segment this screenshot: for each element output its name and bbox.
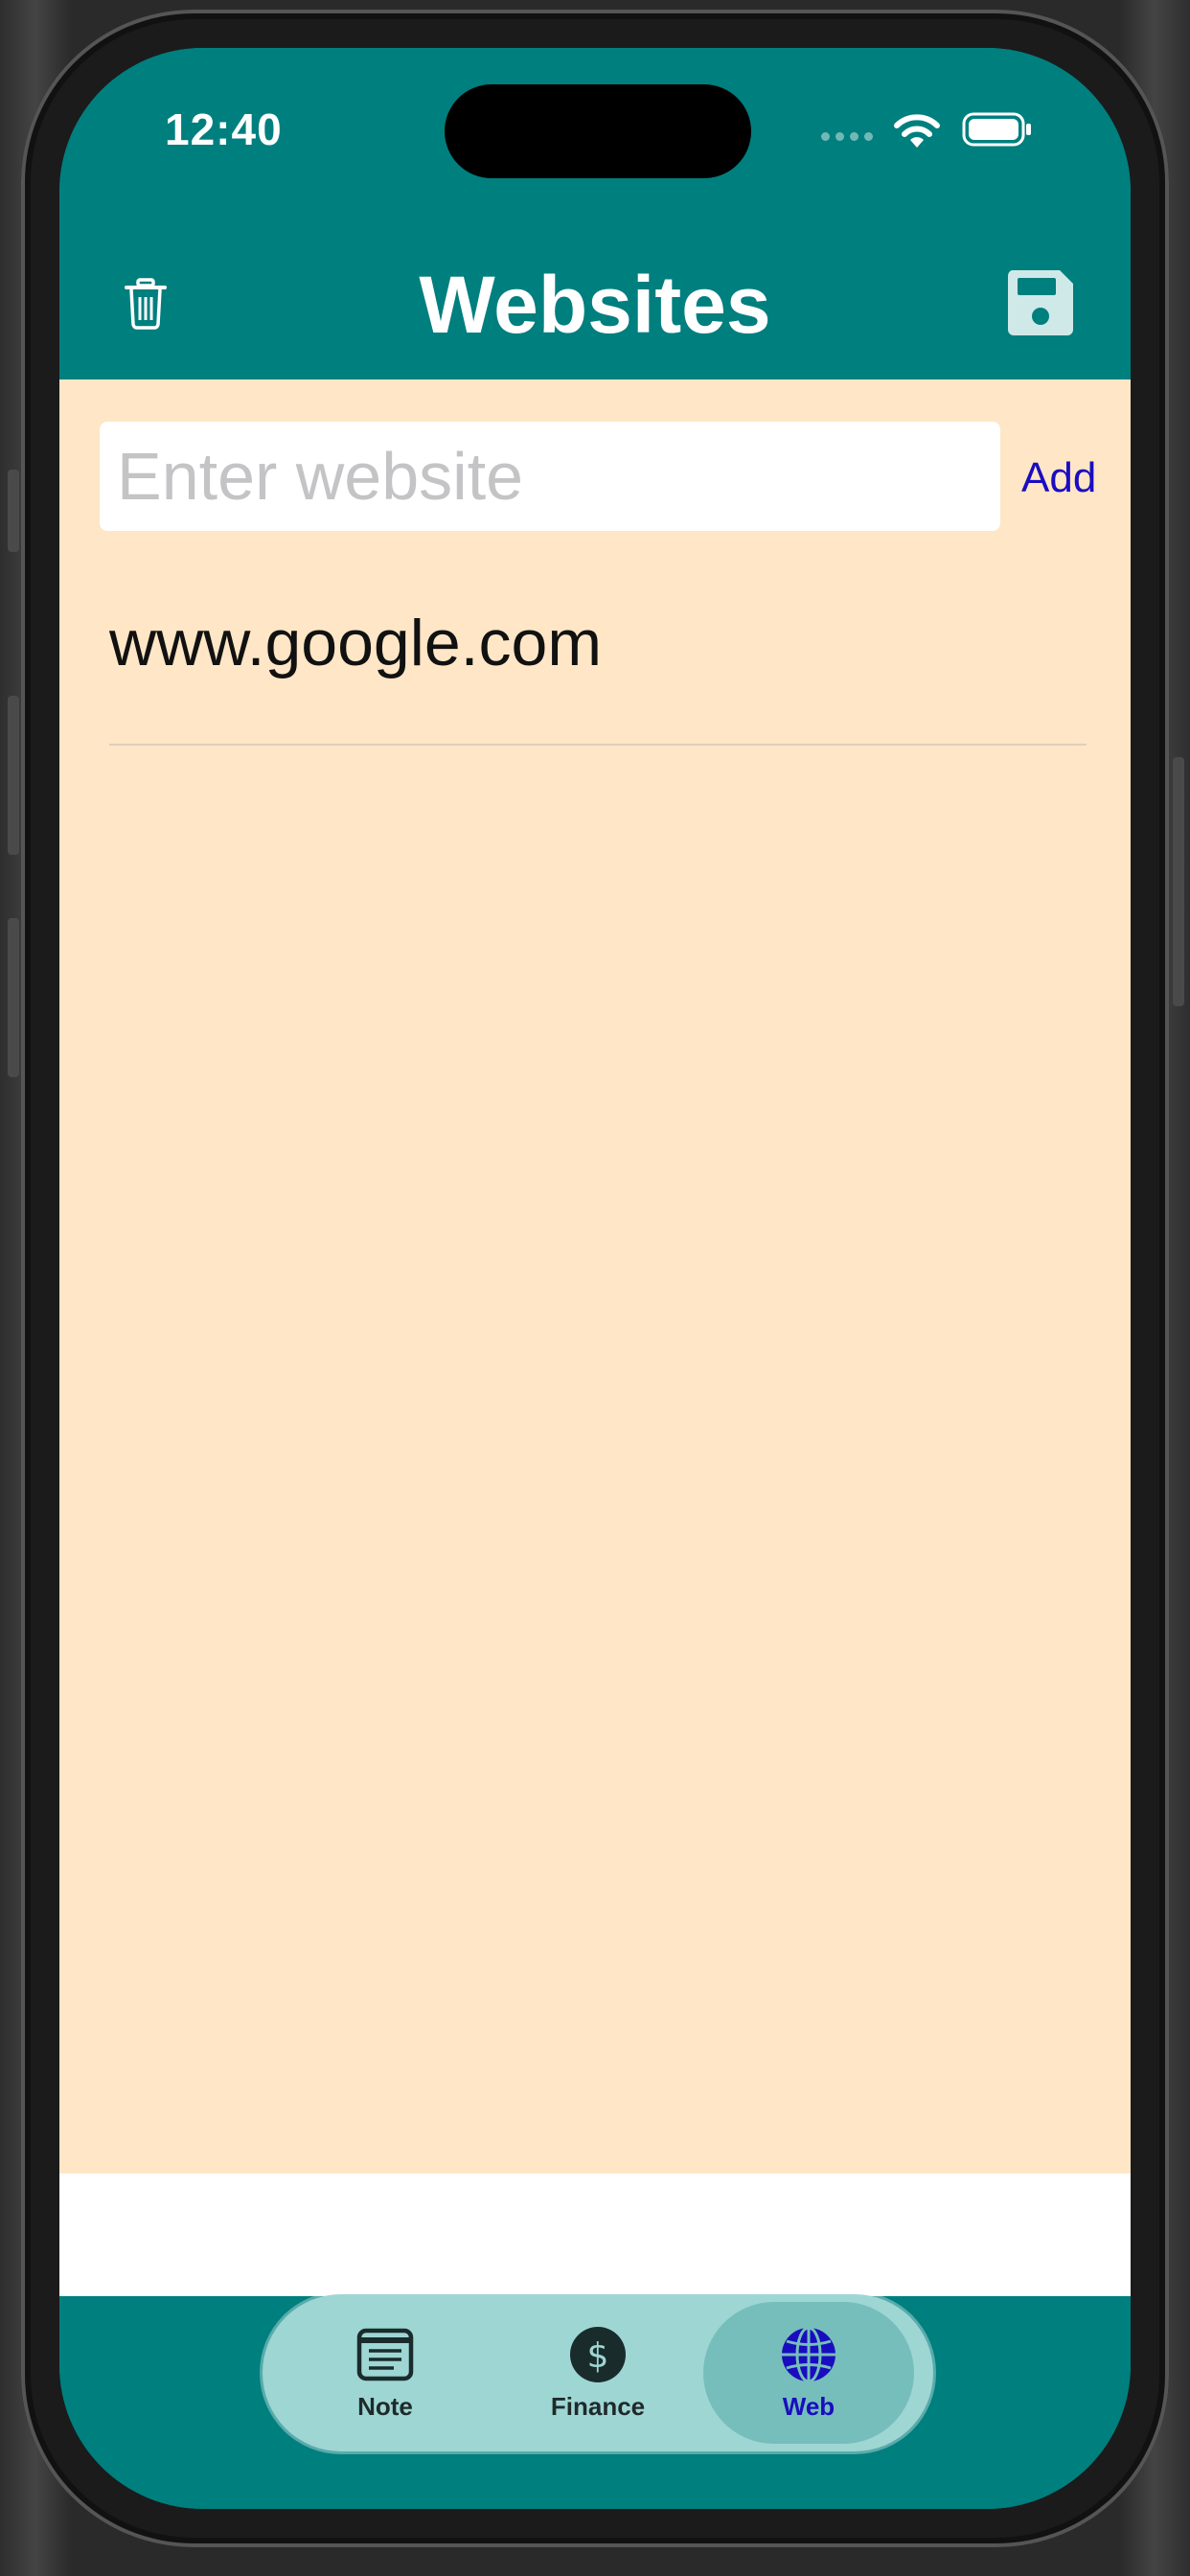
content-area: Add www.google.com: [59, 380, 1131, 2174]
power-button: [1173, 757, 1184, 1006]
tab-bar: Note $ Finance Web: [263, 2294, 933, 2451]
website-input[interactable]: [100, 422, 1000, 531]
website-input-container: [100, 422, 1000, 531]
wifi-icon: [894, 114, 940, 148]
floppy-disk-icon: [1007, 270, 1073, 335]
tab-note[interactable]: Note: [280, 2302, 491, 2444]
page-title: Websites: [419, 260, 771, 350]
tab-finance[interactable]: $ Finance: [492, 2302, 703, 2444]
list-item[interactable]: www.google.com: [109, 581, 1087, 746]
tab-label: Finance: [550, 2391, 646, 2421]
battery-icon: [962, 112, 1031, 147]
volume-down-button: [8, 918, 19, 1077]
svg-text:$: $: [587, 2336, 609, 2376]
tab-label: Note: [357, 2391, 413, 2421]
website-list: www.google.com: [109, 581, 1087, 746]
website-url: www.google.com: [109, 607, 603, 679]
note-icon: [356, 2328, 414, 2380]
add-button[interactable]: Add: [1021, 454, 1096, 502]
dollar-circle-icon: $: [570, 2326, 626, 2382]
action-button: [8, 470, 19, 552]
navigation-bar: Websites: [59, 230, 1131, 380]
globe-icon: [782, 2326, 835, 2382]
volume-up-button: [8, 696, 19, 855]
phone-screen: 12:40 Websites Enter website Add www.goo…: [59, 48, 1131, 2509]
tab-label: Web: [782, 2391, 835, 2421]
cellular-signal-icon: [821, 132, 873, 141]
status-time: 12:40: [165, 104, 283, 154]
status-bar: 12:40: [59, 48, 1131, 230]
save-button[interactable]: [1004, 266, 1077, 339]
device-background: 12:40 Websites Enter website Add www.goo…: [0, 0, 1190, 2576]
dynamic-island: [445, 84, 751, 178]
tab-web[interactable]: Web: [703, 2302, 914, 2444]
